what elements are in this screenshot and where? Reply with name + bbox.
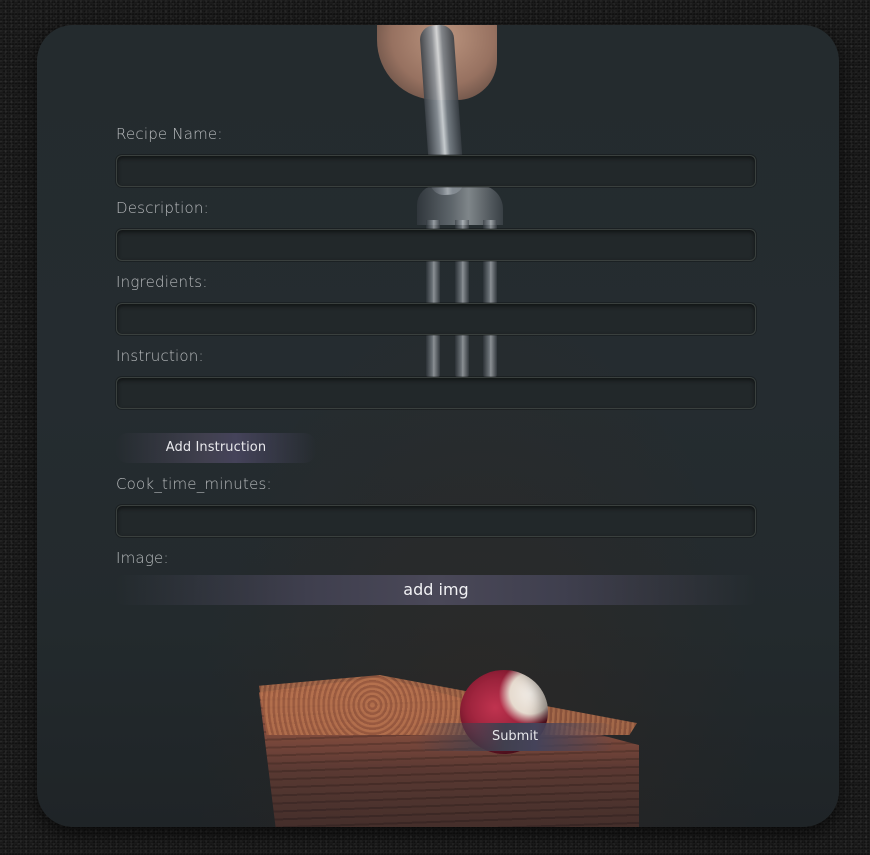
cook-time-label: Cook_time_minutes: bbox=[116, 475, 272, 493]
instruction-input[interactable] bbox=[116, 377, 756, 409]
hand-image bbox=[377, 25, 497, 100]
recipe-name-input[interactable] bbox=[116, 155, 756, 187]
instruction-label: Instruction: bbox=[116, 347, 204, 365]
recipe-name-label: Recipe Name: bbox=[116, 125, 223, 143]
ingredients-field-group: Ingredients: bbox=[116, 271, 756, 345]
description-input[interactable] bbox=[116, 229, 756, 261]
recipe-form-card: Recipe Name: Description: Ingredients: I… bbox=[37, 25, 839, 827]
image-label: Image: bbox=[116, 549, 169, 567]
recipe-name-field-group: Recipe Name: bbox=[116, 123, 756, 197]
instruction-field-group: Instruction: bbox=[116, 345, 756, 419]
add-instruction-button[interactable]: Add Instruction bbox=[116, 433, 316, 463]
cake-image bbox=[259, 677, 639, 827]
ingredients-label: Ingredients: bbox=[116, 273, 208, 291]
add-img-button[interactable]: add img bbox=[116, 575, 756, 605]
description-label: Description: bbox=[116, 199, 209, 217]
ingredients-input[interactable] bbox=[116, 303, 756, 335]
submit-button[interactable]: Submit bbox=[415, 723, 615, 751]
cook-time-input[interactable] bbox=[116, 505, 756, 537]
cook-time-field-group: Cook_time_minutes: bbox=[116, 473, 756, 547]
description-field-group: Description: bbox=[116, 197, 756, 271]
recipe-form: Recipe Name: Description: Ingredients: I… bbox=[116, 123, 756, 751]
